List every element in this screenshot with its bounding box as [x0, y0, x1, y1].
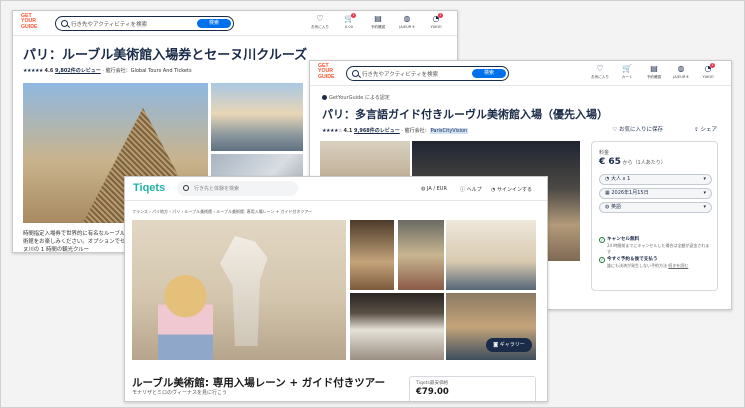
tiqets-logo[interactable]: Tiqets — [133, 182, 165, 194]
check-icon: ✓ — [599, 237, 605, 243]
booking-icon: ▤ — [650, 64, 658, 73]
search-icon — [183, 185, 189, 191]
header: GET YOUR GUIDE 行き先やアクティビティを検索 検索 ♡ お気に入り… — [13, 11, 457, 36]
read-more-link[interactable]: 続きを読む — [668, 263, 688, 268]
visitor-shape — [158, 275, 213, 360]
nav-favorites[interactable]: ♡ お気に入り — [308, 14, 332, 30]
heart-icon: ♡ — [596, 64, 604, 73]
header: Tiqets 行き先と体験を検索 ◍ JA / EUR ⓘ ヘルプ ◔ サインイ… — [125, 177, 547, 201]
gyg-logo[interactable]: GET YOUR GUIDE — [21, 13, 43, 30]
page-title: パリ：ルーブル美術館入場券とセーヌ川クルーズ — [23, 48, 308, 63]
participants-select[interactable]: ◔ 大人 x 1 ▾ — [599, 174, 712, 185]
search-input[interactable]: 行き先やアクティビティを検索 — [362, 70, 438, 78]
globe-icon: ◍ — [403, 14, 411, 23]
rating-row: ★★★★☆ 4.1 9,968件のレビュー · 催行会社：ParisCityVi… — [322, 128, 469, 134]
provider-name[interactable]: Global Tours And Tickets — [131, 68, 192, 74]
nav-locale[interactable]: ◍ JA/EUR € — [669, 64, 693, 79]
provider-name[interactable]: ParisCityVision — [429, 128, 469, 134]
description: 時間指定入場券で世界的に有名なルーブル美術館をお楽しみください。オプションでセー… — [23, 231, 131, 253]
gallery-image-venus[interactable] — [350, 293, 444, 360]
booking-icon: ▤ — [374, 14, 382, 23]
star-rating-icon: ★★★★★ — [23, 68, 43, 74]
search-bar[interactable]: 行き先やアクティビティを検索 検索 — [55, 16, 234, 31]
page-title: パリ：多言語ガイド付きルーヴル美術館入場（優先入場） — [322, 108, 608, 121]
price: €79.00 — [416, 387, 449, 397]
breadcrumb[interactable]: フランス › パリ地方 › パリ › ルーブル美術館 › ルーブル美術館: 専用… — [132, 209, 312, 215]
review-link[interactable]: 9,802件のレビュー — [55, 68, 101, 74]
gallery-image-visitor[interactable] — [446, 220, 536, 290]
star-rating-icon: ★★★★☆ — [322, 128, 342, 134]
chevron-down-icon: ▾ — [703, 204, 706, 210]
language-select[interactable]: ◍ 英語 ▾ — [599, 202, 712, 213]
search-icon — [61, 20, 68, 27]
nav-signin[interactable]: ◔ サインインする — [491, 186, 532, 193]
save-wishlist-button[interactable]: ♡ お気に入りに保存 — [612, 125, 663, 133]
nav-profile[interactable]: ◔ 1 YUKIO — [424, 13, 448, 29]
nav-help[interactable]: ⓘ ヘルプ — [460, 186, 482, 193]
chevron-down-icon: ▾ — [703, 190, 706, 196]
header: GET YOUR GUIDE 行き先やアクティビティを検索 検索 ♡ お気に入り… — [310, 61, 731, 86]
nav-profile[interactable]: ◔ 1 YUKIO — [696, 63, 720, 79]
date-select[interactable]: ▦ 2026年1月15日 ▾ — [599, 188, 712, 199]
cart-icon: 🛒 — [622, 64, 632, 73]
cart-badge: 1 — [351, 13, 356, 18]
price: € 65 から（1人あたり） — [599, 157, 666, 167]
nav-locale[interactable]: ◍ JA/EUR € — [395, 14, 419, 29]
search-button[interactable]: 検索 — [197, 19, 231, 28]
nav-bookings[interactable]: ▤ 予約確認 — [366, 14, 390, 30]
nav-favorites[interactable]: ♡ お気に入り — [588, 64, 612, 80]
verified-badge: GetYourGuide による認定 — [322, 94, 390, 101]
gallery-button[interactable]: ◙ ギャラリー — [486, 338, 532, 352]
gyg-mark-icon — [322, 95, 327, 100]
search-input[interactable]: 行き先やアクティビティを検索 — [71, 20, 147, 28]
search-icon — [352, 70, 359, 77]
booking-panel: 料金 € 65 から（1人あたり） ◔ 大人 x 1 ▾ ▦ 2026年1月15日… — [591, 141, 718, 291]
check-icon: ✓ — [599, 257, 605, 263]
user-icon: ◔ 1 — [704, 63, 715, 73]
search-button[interactable]: 検索 — [472, 69, 506, 78]
globe-icon: ◍ — [677, 64, 685, 73]
search-bar[interactable]: 行き先やアクティビティを検索 検索 — [346, 66, 509, 81]
rating-row: ★★★★★ 4.6 9,802件のレビュー · 催行会社：Global Tour… — [23, 68, 192, 74]
tiqets-window: Tiqets 行き先と体験を検索 ◍ JA / EUR ⓘ ヘルプ ◔ サインイ… — [124, 176, 548, 402]
search-bar[interactable]: 行き先と体験を検索 — [177, 181, 298, 196]
gyg-logo[interactable]: GET YOUR GUIDE — [318, 63, 340, 80]
winged-victory-shape — [220, 236, 268, 346]
nav-bookings[interactable]: ▤ 予約確認 — [642, 64, 666, 80]
heart-icon: ♡ — [612, 127, 619, 133]
reserve-now-pay-later: ✓ 今すぐ予約＆後で支払う 誰にも決済が発生しない予約方法 続きを読む — [599, 257, 689, 268]
cart-icon: 🛒 1 — [344, 13, 356, 23]
gallery-image-painting[interactable] — [398, 220, 444, 290]
nav-cart[interactable]: 🛒 1 0.00 — [337, 13, 361, 29]
share-button[interactable]: ⇪ シェア — [694, 125, 717, 133]
subtitle: モナリザとミロのヴィーナスを見に行こう — [132, 390, 228, 396]
gallery-image-guide[interactable] — [350, 220, 394, 290]
gallery-image-seine[interactable] — [211, 83, 303, 151]
nav-locale[interactable]: ◍ JA / EUR — [421, 186, 447, 192]
page-title: ルーブル美術館: 専用入場レーン + ガイド付きツアー — [132, 377, 386, 389]
profile-badge: 1 — [438, 13, 443, 18]
price-box: Tiqets最安価格 €79.00 — [409, 376, 536, 401]
nav-cart[interactable]: 🛒 カート — [615, 64, 639, 80]
heart-icon: ♡ — [316, 14, 324, 23]
chevron-down-icon: ▾ — [703, 176, 706, 182]
review-link[interactable]: 9,968件のレビュー — [354, 128, 400, 134]
free-cancellation: ✓ キャンセル無料 24 時間前までにキャンセルした場合は全額が返金されます — [599, 237, 710, 254]
profile-badge: 1 — [710, 63, 715, 68]
user-icon: ◔ 1 — [432, 13, 443, 23]
search-input[interactable]: 行き先と体験を検索 — [194, 185, 239, 192]
help-icon: ⓘ — [460, 187, 467, 193]
hero-image[interactable] — [132, 220, 346, 360]
